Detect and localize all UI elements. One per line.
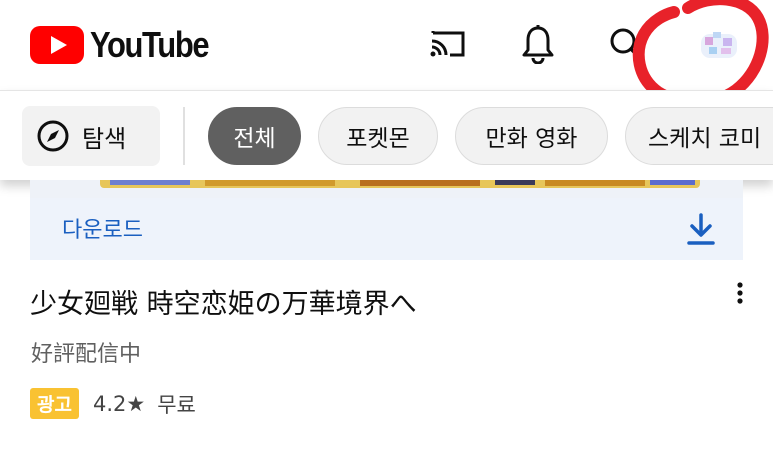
chip-sketch-comedy[interactable]: 스케치 코미 <box>625 107 773 165</box>
cast-button[interactable] <box>426 22 470 66</box>
more-options-icon[interactable] <box>728 280 752 310</box>
banner-artwork <box>100 180 700 188</box>
compass-icon <box>37 120 69 152</box>
logo-text: YouTube <box>90 24 210 65</box>
youtube-play-icon <box>30 26 84 64</box>
youtube-logo[interactable]: YouTube <box>30 24 227 66</box>
chip-animated-film[interactable]: 만화 영화 <box>455 107 608 165</box>
avatar-image <box>701 32 737 58</box>
avatar[interactable] <box>697 24 741 64</box>
ad-price: 무료 <box>157 392 196 417</box>
ad-banner-image[interactable] <box>30 180 743 198</box>
notifications-button[interactable] <box>516 22 560 66</box>
ad-rating: 4.2★ <box>92 391 146 416</box>
search-button[interactable] <box>604 22 648 66</box>
cast-icon <box>430 31 465 57</box>
chip-all[interactable]: 전체 <box>208 107 301 165</box>
explore-button[interactable]: 탐색 <box>22 106 160 166</box>
download-label: 다운로드 <box>62 218 143 243</box>
search-icon <box>610 28 643 61</box>
ad-title[interactable]: 少女廻戦 時空恋姫の万華境界へ <box>30 282 417 321</box>
download-bar[interactable]: 다운로드 <box>30 198 743 260</box>
download-icon <box>687 213 715 245</box>
ad-subtitle: 好評配信中 <box>31 342 142 367</box>
bell-icon <box>522 25 554 64</box>
explore-label: 탐색 <box>82 124 127 153</box>
ad-meta: 광고 4.2★ 무료 <box>30 388 196 419</box>
chip-divider <box>183 107 185 165</box>
chip-pokemon[interactable]: 포켓몬 <box>318 107 438 165</box>
top-app-bar: YouTube <box>0 0 773 90</box>
ad-badge: 광고 <box>30 388 79 419</box>
chip-bar: 탐색 전체 포켓몬 만화 영화 스케치 코미 <box>0 90 773 180</box>
